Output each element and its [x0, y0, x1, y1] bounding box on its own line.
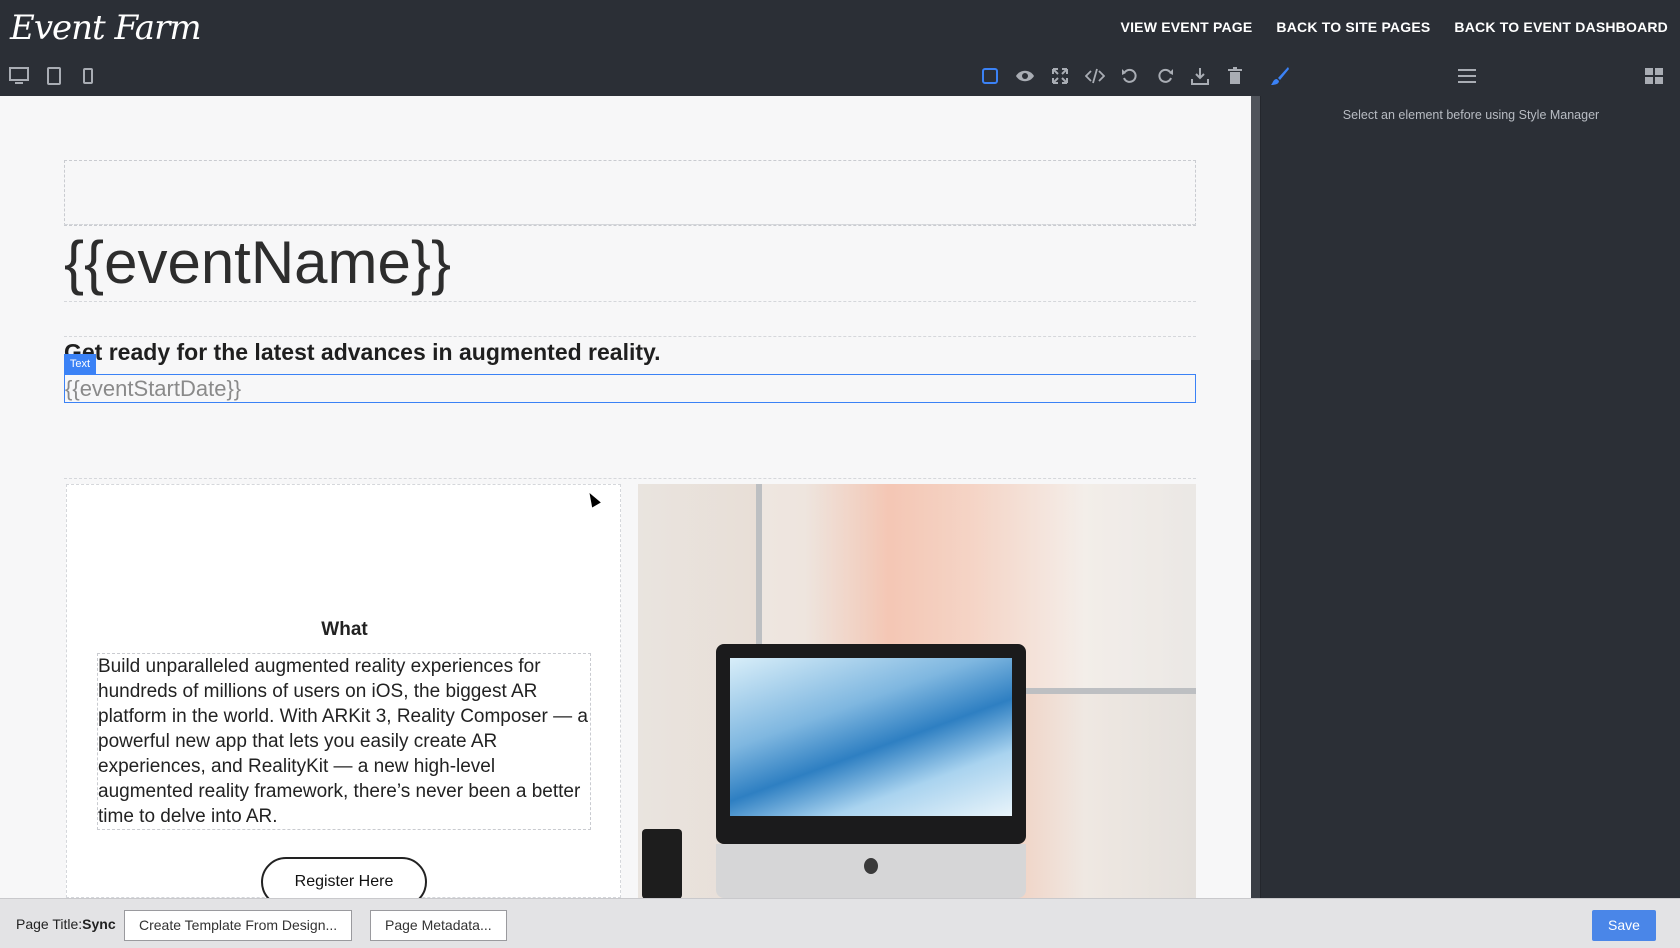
event-start-date-text[interactable]: {{eventStartDate}}	[64, 374, 1196, 403]
mobile-icon[interactable]	[76, 64, 100, 88]
what-column[interactable]: What Build unparalleled augmented realit…	[66, 484, 621, 898]
trash-icon[interactable]	[1223, 64, 1247, 88]
download-icon[interactable]	[1188, 64, 1212, 88]
layers-menu-icon[interactable]	[1455, 64, 1479, 88]
description-text[interactable]: Build unparalleled augmented reality exp…	[97, 653, 591, 830]
fullscreen-icon[interactable]	[1048, 64, 1072, 88]
style-manager-hint: Select an element before using Style Man…	[1342, 108, 1600, 122]
blocks-grid-icon[interactable]	[1642, 64, 1666, 88]
page-title: Page Title:Sync	[16, 916, 116, 932]
create-template-button[interactable]: Create Template From Design...	[124, 910, 353, 941]
style-manager-panel: Select an element before using Style Man…	[1260, 96, 1680, 898]
save-button[interactable]: Save	[1592, 910, 1656, 941]
view-event-page-link[interactable]: VIEW EVENT PAGE	[1121, 19, 1253, 35]
photo-phone	[642, 829, 682, 898]
page-metadata-button[interactable]: Page Metadata...	[370, 910, 507, 941]
what-heading[interactable]: What	[67, 619, 622, 641]
back-to-event-dashboard-link[interactable]: BACK TO EVENT DASHBOARD	[1454, 19, 1668, 35]
top-bar: Event Farm VIEW EVENT PAGE BACK TO SITE …	[0, 0, 1680, 56]
page-title-value: Sync	[82, 916, 116, 932]
editor-canvas[interactable]: {{eventName}} Get ready for the latest a…	[0, 96, 1251, 898]
canvas-scrollbar[interactable]	[1251, 96, 1260, 898]
register-button[interactable]: Register Here	[261, 857, 427, 898]
code-icon[interactable]	[1083, 64, 1107, 88]
hero-photo[interactable]	[638, 484, 1196, 898]
top-nav: VIEW EVENT PAGE BACK TO SITE PAGES BACK …	[1121, 19, 1668, 35]
apple-logo-icon	[864, 858, 878, 874]
footer-bar: Page Title:Sync Create Template From Des…	[0, 898, 1680, 948]
page-frame[interactable]	[64, 160, 1196, 226]
redo-icon[interactable]	[1153, 64, 1177, 88]
event-name-heading[interactable]: {{eventName}}	[64, 224, 1196, 302]
select-outline-icon[interactable]	[978, 64, 1002, 88]
desktop-icon[interactable]	[7, 64, 31, 88]
tablet-icon[interactable]	[42, 64, 66, 88]
date-spacer-row[interactable]	[64, 403, 1196, 479]
page-title-label: Page Title:	[16, 916, 83, 932]
style-brush-icon[interactable]	[1268, 64, 1292, 88]
event-farm-logo[interactable]: Event Farm	[10, 8, 202, 48]
preview-eye-icon[interactable]	[1013, 64, 1037, 88]
subtitle-text[interactable]: Get ready for the latest advances in aug…	[64, 336, 1196, 366]
back-to-site-pages-link[interactable]: BACK TO SITE PAGES	[1276, 19, 1430, 35]
canvas-scrollbar-thumb[interactable]	[1251, 96, 1260, 360]
editor-toolbar	[0, 56, 1680, 96]
photo-imac-screen	[730, 658, 1012, 816]
undo-icon[interactable]	[1118, 64, 1142, 88]
top-spacer-row[interactable]	[65, 161, 1195, 225]
selected-element-badge: Text	[64, 354, 96, 374]
